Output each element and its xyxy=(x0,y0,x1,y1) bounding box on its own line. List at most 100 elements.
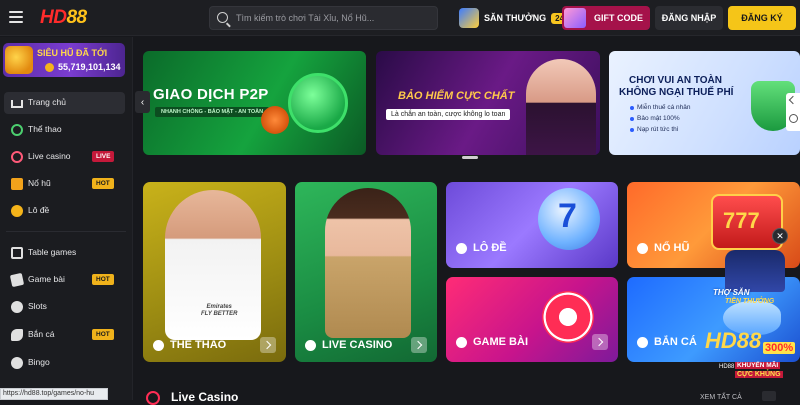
promo-sticker[interactable]: THỢ SĂN TIỀN THƯỞNG HD88 300% HD88 KHUYẾ… xyxy=(705,250,800,385)
sidebar-item-label: Lô đề xyxy=(28,205,50,215)
gift-icon xyxy=(564,8,586,28)
slot-machine-icon xyxy=(11,178,23,190)
fish-icon xyxy=(637,337,648,348)
banner-p2p[interactable]: GIAO DỊCH P2P NHANH CHÓNG - BẢO MẬT - AN… xyxy=(143,51,366,155)
category-label: LÔ ĐỀ xyxy=(473,242,507,254)
logo-text-hd: HD xyxy=(40,7,67,28)
banner-title: GIAO DỊCH P2P xyxy=(153,86,269,103)
tether-coin-icon xyxy=(288,73,348,133)
sidebar-item-game-bai[interactable]: Game bài HOT xyxy=(4,269,125,291)
banner-title: BẢO HIỂM CỰC CHẤT xyxy=(398,90,515,102)
sidebar-item-label: Slots xyxy=(28,301,47,311)
status-bar-url: https://hd88.top/games/no-hu xyxy=(0,388,108,400)
slot-number: 777 xyxy=(723,208,760,233)
promo-logo: HD88 xyxy=(705,328,762,353)
sidebar-item-label: Nổ hũ xyxy=(28,178,51,188)
hot-badge: HOT xyxy=(92,178,114,189)
close-circle-icon[interactable] xyxy=(789,114,798,123)
model-image xyxy=(526,59,596,155)
ball-number: 7 xyxy=(558,197,577,235)
banner-bullet: Miễn thuế cá nhân xyxy=(629,104,691,111)
site-logo[interactable]: HD88 xyxy=(40,7,87,29)
sidebar-item-ban-ca[interactable]: Bắn cá HOT xyxy=(4,324,125,346)
banner-tax-free[interactable]: CHƠI VUI AN TOÀN KHÔNG NGẠI THUẾ PHÍ Miễ… xyxy=(609,51,800,155)
live-casino-icon xyxy=(11,151,23,163)
carousel-prev-button[interactable]: ‹ xyxy=(135,91,150,113)
jackpot-amount: 55,719,101,134 xyxy=(58,62,121,72)
carousel-indicator[interactable] xyxy=(462,156,478,159)
register-button[interactable]: ĐĂNG KÝ xyxy=(728,6,796,30)
promo-caption-line2: CỰC KHỦNG xyxy=(735,371,783,378)
section-title: Live Casino xyxy=(171,390,239,404)
sidebar-item-no-hu[interactable]: Nổ hũ HOT xyxy=(4,173,125,195)
home-icon xyxy=(11,100,23,108)
floating-widget[interactable] xyxy=(786,93,800,131)
sidebar-item-label: Thể thao xyxy=(28,124,62,134)
live-casino-icon xyxy=(305,340,316,351)
banner-insurance[interactable]: BẢO HIỂM CỰC CHẤT Là chắn an toàn, cược … xyxy=(376,51,600,155)
hamburger-menu-icon[interactable] xyxy=(9,11,23,23)
banner-title-line2: KHÔNG NGẠI THUẾ PHÍ xyxy=(619,87,734,98)
bingo-icon xyxy=(11,357,23,369)
slots-icon xyxy=(11,301,23,313)
category-card-sports[interactable]: Emirates FLY BETTER THỂ THAO xyxy=(143,182,286,362)
sidebar-item-label: Table games xyxy=(28,247,77,257)
search-input[interactable] xyxy=(236,10,434,26)
reward-label: SĂN THƯỞNG xyxy=(484,13,547,23)
promo-title-line1: THỢ SĂN xyxy=(713,288,750,297)
sidebar-item-home[interactable]: Trang chủ xyxy=(4,92,125,114)
lottery-ball-image: 7 xyxy=(538,188,600,250)
live-badge: LIVE xyxy=(92,151,115,162)
table-games-icon xyxy=(11,247,23,259)
reward-hunt-button[interactable]: SĂN THƯỞNG 24 xyxy=(459,7,569,29)
jackpot-banner[interactable]: SIÊU HŨ ĐÃ TỚI 55,719,101,134 xyxy=(3,43,125,77)
playing-cards-icon xyxy=(456,337,467,348)
jackpot-title: SIÊU HŨ ĐÃ TỚI xyxy=(37,48,108,58)
search-box[interactable] xyxy=(209,6,438,30)
category-card-game-bai[interactable]: GAME BÀI xyxy=(446,277,618,362)
slot-machine-icon xyxy=(637,243,648,254)
gift-code-label: GIFT CODE xyxy=(594,13,643,23)
category-card-live-casino[interactable]: LIVE CASINO xyxy=(295,182,437,362)
category-label: THỂ THAO xyxy=(170,339,227,351)
hot-badge: HOT xyxy=(92,274,114,285)
slot-machine-image: 777 xyxy=(711,194,783,250)
chevron-left-icon[interactable] xyxy=(788,95,798,105)
category-card-lo-de[interactable]: 7 LÔ ĐỀ xyxy=(446,182,618,268)
sidebar-item-table-games[interactable]: Table games xyxy=(4,242,125,264)
coin-icon xyxy=(45,63,54,72)
promo-percent: 300% xyxy=(763,342,796,354)
arrow-right-icon[interactable] xyxy=(592,334,608,350)
sidebar-divider xyxy=(6,231,126,232)
sidebar-item-live-casino[interactable]: Live casino LIVE xyxy=(4,146,125,168)
login-button[interactable]: ĐĂNG NHẬP xyxy=(655,6,723,30)
poker-chip-image xyxy=(542,291,594,343)
live-casino-icon xyxy=(146,391,160,405)
lottery-ball-icon xyxy=(11,205,23,217)
sidebar-item-label: Bingo xyxy=(28,357,50,367)
sidebar-item-lo-de[interactable]: Lô đề xyxy=(4,200,125,222)
banner-bullet: Bảo mật 100% xyxy=(630,115,680,122)
treasure-chest-icon xyxy=(5,46,33,74)
soccer-ball-icon xyxy=(11,124,23,136)
coin-icon xyxy=(261,106,289,134)
arrow-right-icon[interactable] xyxy=(260,337,276,353)
jersey-text: Emirates FLY BETTER xyxy=(201,304,238,317)
category-label: LIVE CASINO xyxy=(322,339,393,351)
promo-hunter-image xyxy=(725,250,785,292)
category-label: NỔ HŨ xyxy=(654,242,690,254)
sidebar-item-label: Game bài xyxy=(28,274,65,284)
sidebar-item-bingo[interactable]: Bingo xyxy=(4,352,125,374)
hot-badge: HOT xyxy=(92,329,114,340)
promo-small-logo: HD88 xyxy=(719,364,735,370)
fish-icon xyxy=(11,329,23,341)
banner-bullet: Nạp rút tức thì xyxy=(630,126,679,133)
sidebar-item-sports[interactable]: Thể thao xyxy=(4,119,125,141)
gift-code-button[interactable]: GIFT CODE xyxy=(562,6,650,30)
top-header: HD88 SĂN THƯỞNG 24 GIFT CODE ĐĂNG NHẬP Đ… xyxy=(0,0,800,36)
banner-subtitle: Là chắn an toàn, cược không lo toan xyxy=(386,109,511,120)
close-icon[interactable]: ✕ xyxy=(772,228,788,244)
sidebar-item-slots[interactable]: Slots xyxy=(4,296,125,318)
banner-subtitle: NHANH CHÓNG - BẢO MẬT - AN TOÀN xyxy=(155,107,270,117)
arrow-right-icon[interactable] xyxy=(411,337,427,353)
